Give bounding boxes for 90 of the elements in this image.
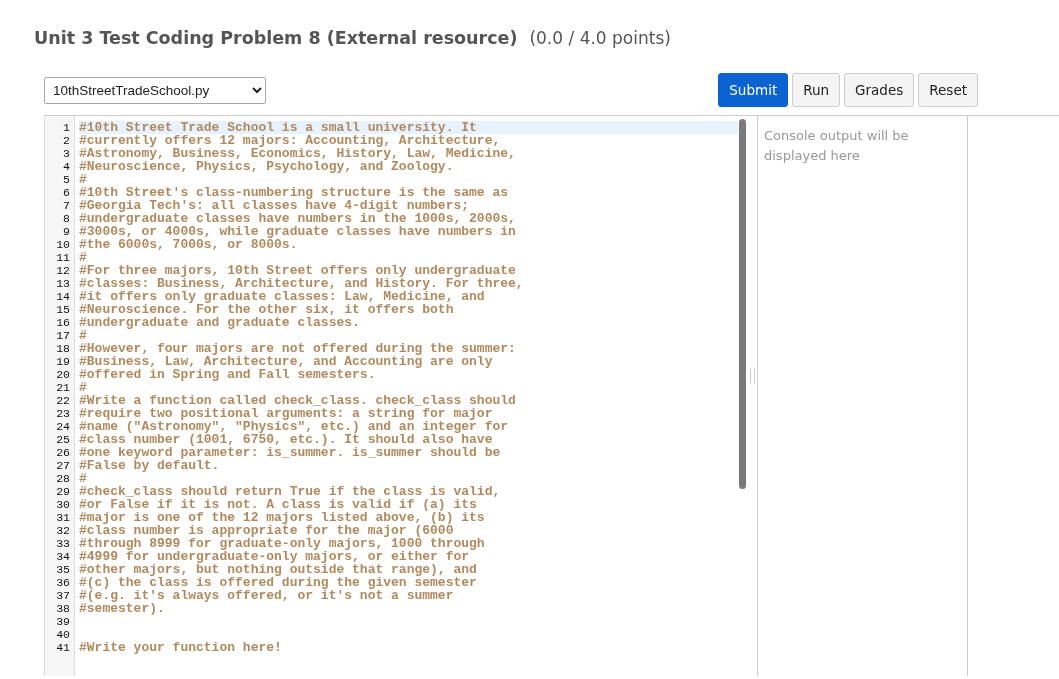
line-number: 38 bbox=[55, 602, 71, 615]
line-number: 1 bbox=[62, 121, 71, 134]
line-number: 24 bbox=[55, 420, 71, 433]
line-number: 20 bbox=[55, 368, 71, 381]
code-line[interactable]: #4999 for undergraduate-only majors, or either for bbox=[79, 550, 738, 563]
line-number: 22 bbox=[55, 394, 71, 407]
score-text: (0.0 / 4.0 points) bbox=[529, 28, 671, 48]
line-number: 21 bbox=[55, 381, 71, 394]
line-number: 23 bbox=[55, 407, 71, 420]
code-line[interactable]: #Astronomy, Business, Economics, History, Law, Medicine, bbox=[79, 147, 738, 160]
line-number: 15 bbox=[55, 303, 71, 316]
code-line[interactable]: # bbox=[79, 173, 738, 186]
line-number: 28 bbox=[55, 472, 71, 485]
line-number: 41 bbox=[55, 641, 71, 654]
code-line[interactable]: # bbox=[79, 472, 738, 485]
code-line[interactable]: #classes: Business, Architecture, and History. For three, bbox=[79, 277, 738, 290]
code-line[interactable]: #offered in Spring and Fall semesters. bbox=[79, 368, 738, 381]
code-line[interactable]: #False by default. bbox=[79, 459, 738, 472]
line-number: 2 bbox=[62, 134, 71, 147]
code-line[interactable]: # bbox=[79, 251, 738, 264]
code-line[interactable]: #3000s, or 4000s, while graduate classes have numbers in bbox=[79, 225, 738, 238]
code-line[interactable]: #Business, Law, Architecture, and Accounting are only bbox=[79, 355, 738, 368]
code-line[interactable]: #or False if it is not. A class is valid if (a) its bbox=[79, 498, 738, 511]
code-line[interactable]: #For three majors, 10th Street offers only undergraduate bbox=[79, 264, 738, 277]
line-number: 39 bbox=[55, 615, 71, 628]
code-line[interactable]: #Neuroscience, Physics, Psychology, and Zoology. bbox=[79, 160, 738, 173]
code-line[interactable]: #undergraduate classes have numbers in the 1000s, 2000s, bbox=[79, 212, 738, 225]
code-line[interactable]: #the 6000s, 7000s, or 8000s. bbox=[79, 238, 738, 251]
line-number: 32 bbox=[55, 524, 71, 537]
line-number: 11 bbox=[55, 251, 71, 264]
line-number: 37 bbox=[55, 589, 71, 602]
line-number: 36 bbox=[55, 576, 71, 589]
code-line[interactable]: #it offers only graduate classes: Law, Medicine, and bbox=[79, 290, 738, 303]
line-number: 9 bbox=[62, 225, 71, 238]
code-line[interactable]: #Write your function here! bbox=[79, 641, 738, 654]
line-number: 3 bbox=[62, 147, 71, 160]
toolbar-button[interactable]: Reset bbox=[918, 73, 978, 107]
line-number: 31 bbox=[55, 511, 71, 524]
line-number: 19 bbox=[55, 355, 71, 368]
line-number: 13 bbox=[55, 277, 71, 290]
code-editor[interactable] bbox=[44, 116, 747, 676]
code-line[interactable]: #class number (1001, 6750, etc.). It should also have bbox=[79, 433, 738, 446]
toolbar-button[interactable]: Run bbox=[792, 73, 841, 107]
code-line[interactable]: #check_class should return True if the class is valid, bbox=[79, 485, 738, 498]
line-number: 17 bbox=[55, 329, 71, 342]
line-number: 4 bbox=[62, 160, 71, 173]
line-number: 35 bbox=[55, 563, 71, 576]
code-line[interactable]: #class number is appropriate for the major (6000 bbox=[79, 524, 738, 537]
line-number: 10 bbox=[55, 238, 71, 251]
code-line[interactable]: #undergraduate and graduate classes. bbox=[79, 316, 738, 329]
line-number: 40 bbox=[55, 628, 71, 641]
code-line[interactable]: #Georgia Tech's: all classes have 4-digit numbers; bbox=[79, 199, 738, 212]
line-number: 6 bbox=[62, 186, 71, 199]
code-line[interactable]: #Write a function called check_class. check_class should bbox=[79, 394, 738, 407]
grip-icon[interactable] bbox=[749, 369, 755, 383]
code-line[interactable]: #(c) the class is offered during the given semester bbox=[79, 576, 738, 589]
code-line[interactable]: #require two positional arguments: a string for major bbox=[79, 407, 738, 420]
code-line[interactable]: #other majors, but nothing outside that range), and bbox=[79, 563, 738, 576]
code-line[interactable]: #through 8999 for graduate-only majors, 1000 through bbox=[79, 537, 738, 550]
line-number: 26 bbox=[55, 446, 71, 459]
line-number: 25 bbox=[55, 433, 71, 446]
line-number: 30 bbox=[55, 498, 71, 511]
line-number: 18 bbox=[55, 342, 71, 355]
code-line[interactable]: #Neuroscience. For the other six, it offers both bbox=[79, 303, 738, 316]
line-number: 7 bbox=[62, 199, 71, 212]
code-line[interactable]: #currently offers 12 majors: Accounting, Architecture, bbox=[79, 134, 738, 147]
line-number: 12 bbox=[55, 264, 71, 277]
line-number: 5 bbox=[62, 173, 71, 186]
line-number: 34 bbox=[55, 550, 71, 563]
toolbar-button[interactable]: Grades bbox=[844, 73, 915, 107]
code-line[interactable]: #However, four majors are not offered during the summer: bbox=[79, 342, 738, 355]
line-number: 16 bbox=[55, 316, 71, 329]
code-line[interactable]: #one keyword parameter: is_summer. is_summer should be bbox=[79, 446, 738, 459]
line-number: 29 bbox=[55, 485, 71, 498]
code-line[interactable]: #major is one of the 12 majors listed above, (b) its bbox=[79, 511, 738, 524]
code-line[interactable]: #10th Street's class-numbering structure is the same as bbox=[79, 186, 738, 199]
problem-title: Unit 3 Test Coding Problem 8 (External resource) bbox=[34, 28, 518, 48]
console-output-field: Console output will be displayed here bbox=[757, 116, 968, 676]
file-select[interactable]: 10thStreetTradeSchool.py bbox=[44, 76, 266, 104]
scrollbar-thumb[interactable] bbox=[739, 119, 746, 489]
line-number: 8 bbox=[62, 212, 71, 225]
line-number: 33 bbox=[55, 537, 71, 550]
code-line[interactable]: # bbox=[79, 381, 738, 394]
code-line[interactable]: #semester). bbox=[79, 602, 738, 615]
code-line[interactable]: #name ("Astronomy", "Physics", etc.) and an integer for bbox=[79, 420, 738, 433]
code-line[interactable]: # bbox=[79, 329, 738, 342]
submit-button[interactable]: Submit bbox=[718, 73, 789, 107]
code-line[interactable]: #(e.g. it's always offered, or it's not a summer bbox=[79, 589, 738, 602]
line-number: 27 bbox=[55, 459, 71, 472]
line-number: 14 bbox=[55, 290, 71, 303]
